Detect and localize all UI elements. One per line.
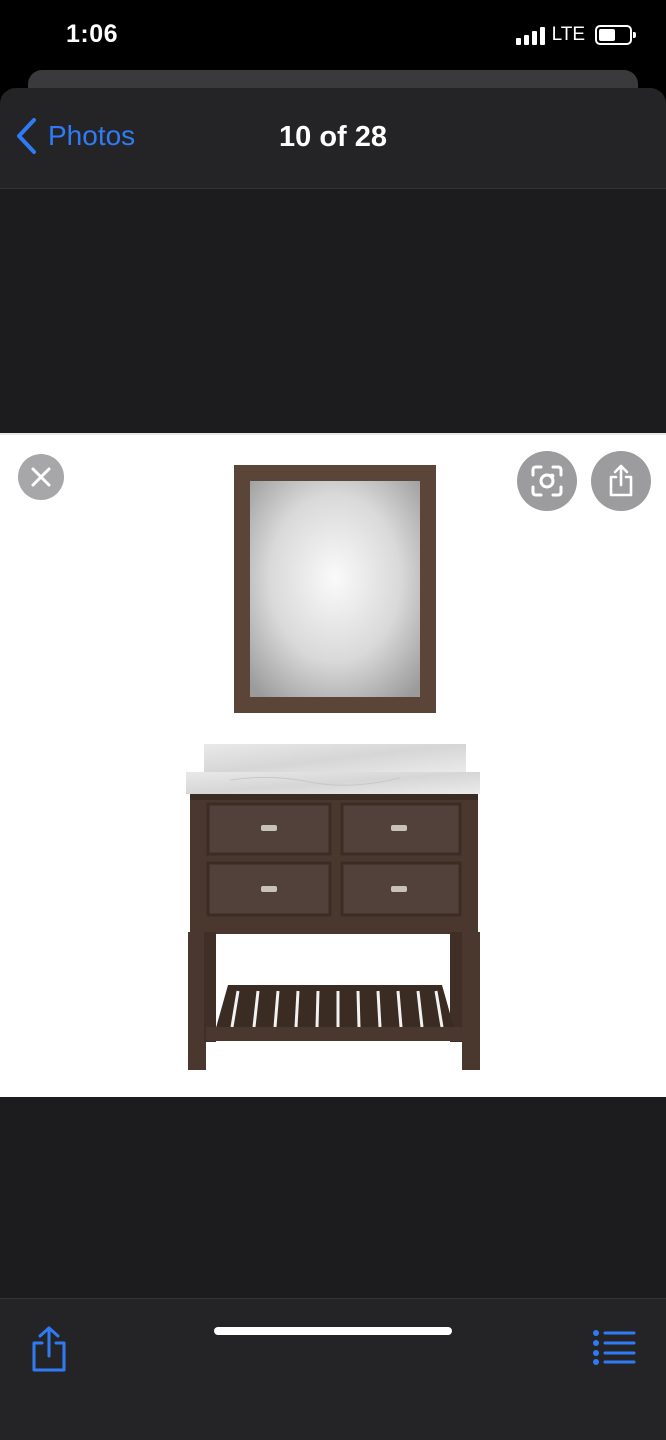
- share-image-button[interactable]: [591, 451, 651, 511]
- share-icon: [609, 464, 633, 497]
- network-type: LTE: [551, 24, 585, 45]
- visual-lookup-button[interactable]: [517, 451, 577, 511]
- nav-bar: Photos 10 of 28: [0, 88, 666, 189]
- list-icon[interactable]: [592, 1329, 636, 1365]
- close-icon: [31, 467, 51, 487]
- close-button[interactable]: [18, 454, 64, 500]
- battery-icon: [595, 25, 636, 45]
- status-indicators: LTE: [515, 24, 636, 46]
- photo-image[interactable]: [0, 433, 666, 1097]
- page-title: 10 of 28: [279, 121, 387, 153]
- status-time: 1:06: [66, 20, 119, 48]
- visual-lookup-icon: [531, 465, 563, 497]
- vanity-product-image: [186, 465, 480, 1070]
- home-indicator: [214, 1327, 452, 1335]
- photo-viewer-sheet: Photos 10 of 28: [0, 88, 666, 1440]
- status-bar: 1:06 LTE: [0, 0, 666, 70]
- bottom-toolbar: [0, 1298, 666, 1440]
- cellular-signal-icon: [515, 25, 545, 45]
- share-icon[interactable]: [28, 1325, 70, 1373]
